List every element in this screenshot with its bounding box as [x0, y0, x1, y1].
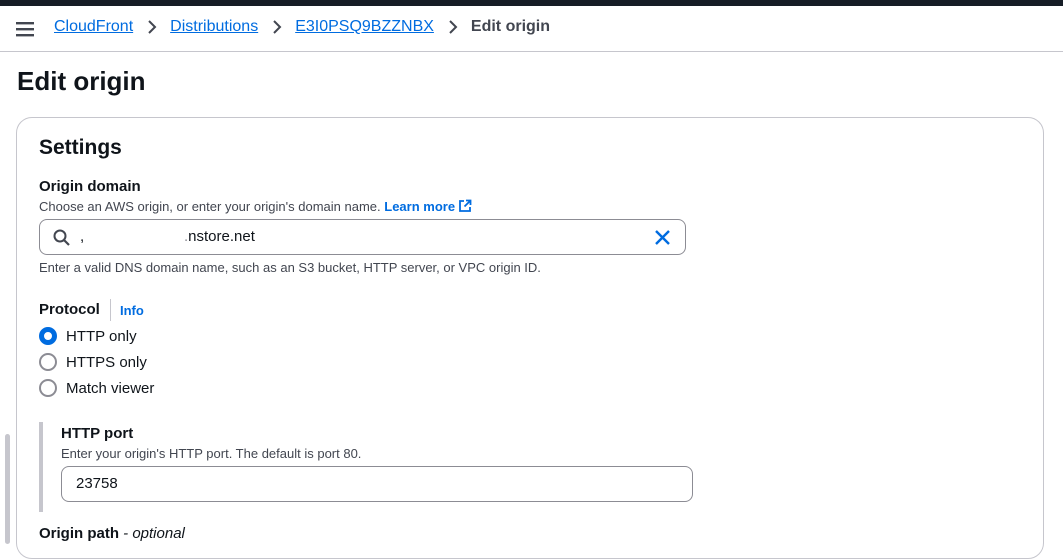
http-port-label: HTTP port [61, 425, 134, 442]
origin-domain-value: , .nstore.net [80, 228, 255, 245]
protocol-info-link[interactable]: Info [120, 303, 144, 318]
chevron-right-icon [148, 20, 157, 34]
origin-path-label: Origin path - optional [39, 525, 185, 542]
radio-https-only[interactable]: HTTPS only [39, 352, 147, 372]
breadcrumb-bar: CloudFront Distributions E3I0PSQ9BZZNBX … [0, 6, 1063, 52]
breadcrumb-cloudfront[interactable]: CloudFront [54, 18, 133, 36]
learn-more-label: Learn more [384, 199, 456, 214]
origin-domain-hint: Enter a valid DNS domain name, such as a… [39, 260, 541, 275]
radio-http-only[interactable]: HTTP only [39, 326, 137, 346]
external-link-icon [459, 199, 472, 212]
chevron-right-icon [273, 20, 282, 34]
chevron-right-icon [449, 20, 458, 34]
scrollbar[interactable] [5, 434, 10, 544]
search-icon [53, 229, 70, 246]
radio-label-https-only: HTTPS only [66, 353, 147, 371]
breadcrumb: CloudFront Distributions E3I0PSQ9BZZNBX … [54, 18, 550, 36]
radio-label-match-viewer: Match viewer [66, 379, 155, 397]
http-port-value: 23758 [76, 475, 118, 492]
learn-more-link[interactable]: Learn more [384, 199, 472, 214]
origin-domain-value-text: nstore.net [188, 228, 255, 245]
origin-domain-description: Choose an AWS origin, or enter your orig… [39, 199, 472, 214]
http-port-description: Enter your origin's HTTP port. The defau… [61, 446, 362, 461]
breadcrumb-current: Edit origin [470, 18, 551, 35]
close-icon[interactable] [654, 229, 671, 246]
radio-match-viewer[interactable]: Match viewer [39, 378, 154, 398]
breadcrumb-distributions[interactable]: Distributions [170, 18, 258, 36]
http-port-group-bar [39, 422, 43, 512]
radio-checked-icon[interactable] [39, 327, 57, 345]
radio-label-http-only: HTTP only [66, 327, 137, 345]
origin-path-label-text: Origin path [39, 525, 119, 542]
page-title: Edit origin [17, 66, 146, 96]
info-divider [110, 299, 111, 321]
protocol-label: Protocol [39, 301, 100, 318]
breadcrumb-distribution-id[interactable]: E3I0PSQ9BZZNBX [295, 18, 434, 36]
menu-icon[interactable] [14, 19, 36, 39]
origin-path-optional: - optional [119, 525, 185, 542]
origin-domain-description-text: Choose an AWS origin, or enter your orig… [39, 199, 381, 214]
origin-domain-label: Origin domain [39, 178, 141, 195]
radio-unchecked-icon[interactable] [39, 353, 57, 371]
settings-title: Settings [39, 136, 122, 159]
radio-unchecked-icon[interactable] [39, 379, 57, 397]
http-port-input[interactable]: 23758 [61, 466, 693, 502]
origin-domain-input[interactable]: , .nstore.net [39, 219, 686, 255]
